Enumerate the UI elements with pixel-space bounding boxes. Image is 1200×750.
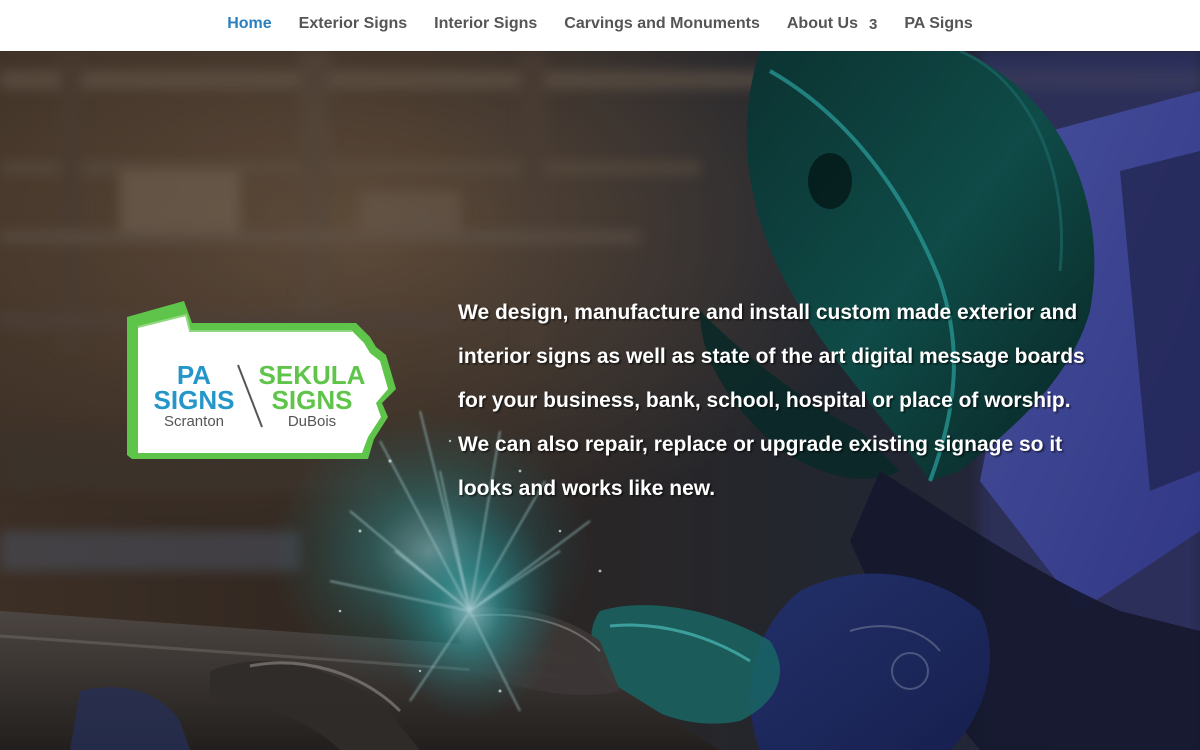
main-nav: Home Exterior Signs Interior Signs Carvi…: [0, 0, 1200, 51]
site-header: Home Exterior Signs Interior Signs Carvi…: [0, 0, 1200, 51]
nav-item-about-us[interactable]: About Us 3: [773, 0, 890, 50]
logo-signs-text-right: SIGNS: [272, 385, 353, 415]
nav-label-interior-signs: Interior Signs: [434, 15, 538, 32]
nav-item-interior-signs[interactable]: Interior Signs: [421, 0, 551, 50]
nav-item-carvings-monuments[interactable]: Carvings and Monuments: [551, 0, 774, 50]
nav-item-exterior-signs[interactable]: Exterior Signs: [285, 0, 420, 50]
nav-submenu-badge: 3: [868, 15, 878, 33]
logo-signs-text-left: SIGNS: [154, 385, 235, 415]
hero-description: We design, manufacture and install custo…: [458, 301, 1085, 500]
nav-item-pa-signs[interactable]: PA Signs: [891, 0, 986, 50]
nav-label-exterior-signs: Exterior Signs: [298, 15, 408, 32]
nav-label-pa-signs: PA Signs: [904, 15, 973, 32]
nav-label-home: Home: [227, 15, 272, 32]
nav-label-about-us: About Us: [786, 15, 858, 32]
hero-section: PA SIGNS Scranton SEKULA SIGNS DuBois We…: [0, 51, 1200, 750]
page: Home Exterior Signs Interior Signs Carvi…: [0, 0, 1200, 750]
nav-label-carvings-monuments: Carvings and Monuments: [564, 15, 760, 32]
nav-item-home[interactable]: Home: [214, 0, 285, 50]
logo-dubois-text: DuBois: [288, 413, 336, 430]
logo-scranton-text: Scranton: [164, 413, 224, 430]
company-logo[interactable]: PA SIGNS Scranton SEKULA SIGNS DuBois: [124, 299, 402, 462]
